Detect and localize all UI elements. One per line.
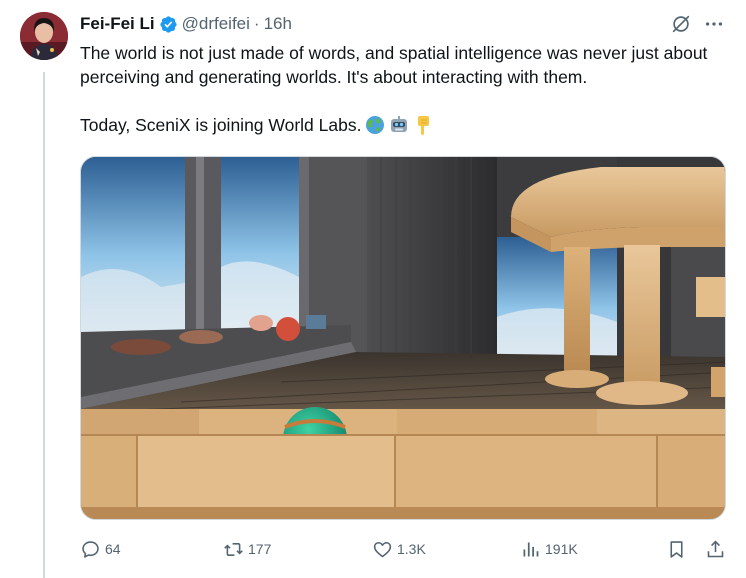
separator-dot: · — [253, 14, 260, 33]
avatar-image — [20, 12, 68, 60]
timestamp[interactable]: 16h — [264, 14, 292, 34]
more-icon — [705, 22, 723, 26]
more-options-button[interactable] — [703, 13, 725, 35]
tweet-header: Fei-Fei Li @drfeifei · 16h — [80, 13, 292, 35]
reply-count: 64 — [105, 541, 121, 557]
author-name[interactable]: Fei-Fei Li — [80, 14, 155, 34]
views-button[interactable]: 191K — [520, 536, 578, 562]
grok-button[interactable] — [670, 13, 692, 35]
bookmark-icon — [670, 540, 683, 558]
avatar[interactable] — [20, 12, 68, 60]
verified-badge-icon[interactable] — [159, 15, 178, 34]
tweet-text-paragraph-2: Today, SceniX is joining World Labs. — [80, 113, 730, 137]
media-scene — [81, 157, 725, 519]
pointing-down-emoji-icon — [418, 116, 430, 135]
like-count: 1.3K — [397, 541, 426, 557]
share-button[interactable] — [705, 536, 730, 562]
repost-icon — [224, 542, 243, 556]
tweet-actions-bar: 64 177 1.3K 191K — [80, 536, 726, 562]
robot-emoji-icon — [391, 116, 408, 132]
heart-icon — [373, 541, 392, 557]
tweet-media-image[interactable] — [80, 156, 726, 520]
reply-button[interactable]: 64 — [80, 536, 121, 562]
author-handle[interactable]: @drfeifei — [182, 14, 250, 34]
tweet-text: The world is not just made of words, and… — [80, 41, 730, 137]
share-icon — [707, 540, 724, 557]
repost-button[interactable]: 177 — [223, 536, 271, 562]
globe-emoji-icon — [366, 116, 385, 134]
view-count: 191K — [545, 541, 578, 557]
repost-count: 177 — [248, 541, 272, 557]
thread-line — [43, 72, 45, 578]
reply-icon — [82, 540, 99, 558]
tweet-text-line-2: Today, SceniX is joining World Labs. — [80, 115, 362, 135]
tweet-text-paragraph-1: The world is not just made of words, and… — [80, 43, 708, 87]
analytics-icon — [523, 542, 539, 556]
grok-icon — [672, 15, 690, 33]
like-button[interactable]: 1.3K — [372, 536, 426, 562]
bookmark-button[interactable] — [666, 536, 691, 562]
